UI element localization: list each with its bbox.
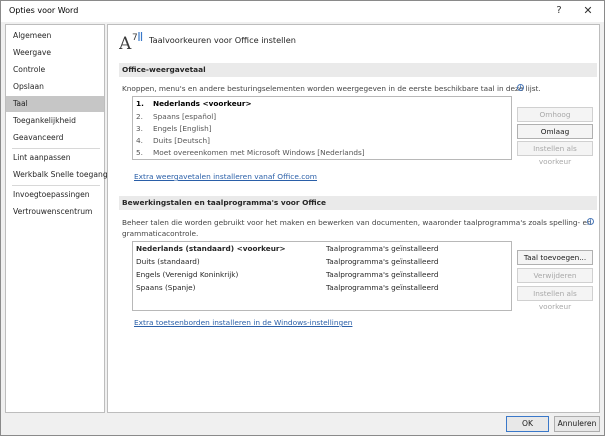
options-dialog: Opties voor Word ? ✕ Algemeen Weergave C… <box>0 0 605 436</box>
content-panel: A 7 Taalvoorkeuren voor Office instellen… <box>107 24 600 413</box>
list-item[interactable]: 3. Engels [English] <box>136 123 212 135</box>
table-row[interactable]: Nederlands (standaard) <voorkeur> Taalpr… <box>133 243 511 255</box>
set-preferred-editing-button[interactable]: Instellen als voorkeur <box>517 286 593 311</box>
sidebar-item-invoegtoepassingen[interactable]: Invoegtoepassingen <box>6 187 104 203</box>
display-language-list[interactable]: 1. Nederlands <voorkeur> 2. Spaans [españo… <box>132 96 512 160</box>
list-item[interactable]: 4. Duits [Deutsch] <box>136 135 210 147</box>
sidebar-item-toegankelijkheid[interactable]: Toegankelijkheid <box>6 113 104 129</box>
move-up-button[interactable]: Omhoog <box>517 107 593 122</box>
close-button[interactable]: ✕ <box>581 4 595 18</box>
sidebar-item-taal[interactable]: Taal <box>6 96 104 112</box>
list-item[interactable]: 5. Moet overeenkomen met Microsoft Window… <box>136 147 365 159</box>
table-row[interactable]: Spaans (Spanje) Taalprogramma's geïnstal… <box>133 282 511 294</box>
set-preferred-display-button[interactable]: Instellen als voorkeur <box>517 141 593 166</box>
window-title: Opties voor Word <box>9 6 79 15</box>
svg-text:7: 7 <box>132 33 138 43</box>
sidebar-divider <box>12 148 100 149</box>
sidebar-item-opslaan[interactable]: Opslaan <box>6 79 104 95</box>
language-icon: A 7 <box>119 32 143 51</box>
sidebar-item-algemeen[interactable]: Algemeen <box>6 28 104 44</box>
list-item[interactable]: 1. Nederlands <voorkeur> <box>136 98 252 110</box>
page-title: Taalvoorkeuren voor Office instellen <box>149 35 296 45</box>
sidebar-item-controle[interactable]: Controle <box>6 62 104 78</box>
editing-language-description-line1: Beheer talen die worden gebruikt voor he… <box>122 218 592 227</box>
add-language-button[interactable]: Taal toevoegen... <box>517 250 593 265</box>
sidebar-divider <box>12 185 100 186</box>
install-keyboards-link[interactable]: Extra toetsenborden installeren in de Wi… <box>134 318 352 327</box>
move-down-button[interactable]: Omlaag <box>517 124 593 139</box>
display-language-description: Knoppen, menu's en andere besturingselem… <box>122 84 541 93</box>
help-button[interactable]: ? <box>552 4 566 18</box>
cancel-button[interactable]: Annuleren <box>554 416 600 432</box>
sidebar-item-weergave[interactable]: Weergave <box>6 45 104 61</box>
table-row[interactable]: Duits (standaard) Taalprogramma's geïnst… <box>133 256 511 268</box>
ok-button[interactable]: OK <box>506 416 549 432</box>
title-bar: Opties voor Word ? ✕ <box>1 1 604 22</box>
sidebar-item-lint-aanpassen[interactable]: Lint aanpassen <box>6 150 104 166</box>
info-icon[interactable]: i <box>517 84 524 91</box>
editing-language-table[interactable]: Nederlands (standaard) <voorkeur> Taalpr… <box>132 241 512 311</box>
info-icon[interactable]: i <box>587 218 594 225</box>
remove-language-button[interactable]: Verwijderen <box>517 268 593 283</box>
table-row[interactable]: Engels (Verenigd Koninkrijk) Taalprogram… <box>133 269 511 281</box>
editing-language-heading: Bewerkingstalen en taalprogramma's voor … <box>119 196 597 210</box>
sidebar-item-werkbalk[interactable]: Werkbalk Snelle toegang <box>6 167 108 183</box>
list-item[interactable]: 2. Spaans [español] <box>136 111 216 123</box>
editing-language-description-line2: grammaticacontrole. <box>122 229 199 238</box>
sidebar-item-geavanceerd[interactable]: Geavanceerd <box>6 130 104 146</box>
sidebar: Algemeen Weergave Controle Opslaan Taal … <box>5 24 108 413</box>
svg-text:A: A <box>119 34 132 51</box>
install-display-languages-link[interactable]: Extra weergavetalen installeren vanaf Of… <box>134 172 317 181</box>
sidebar-item-vertrouwenscentrum[interactable]: Vertrouwenscentrum <box>6 204 104 220</box>
display-language-heading: Office-weergavetaal <box>119 63 597 77</box>
